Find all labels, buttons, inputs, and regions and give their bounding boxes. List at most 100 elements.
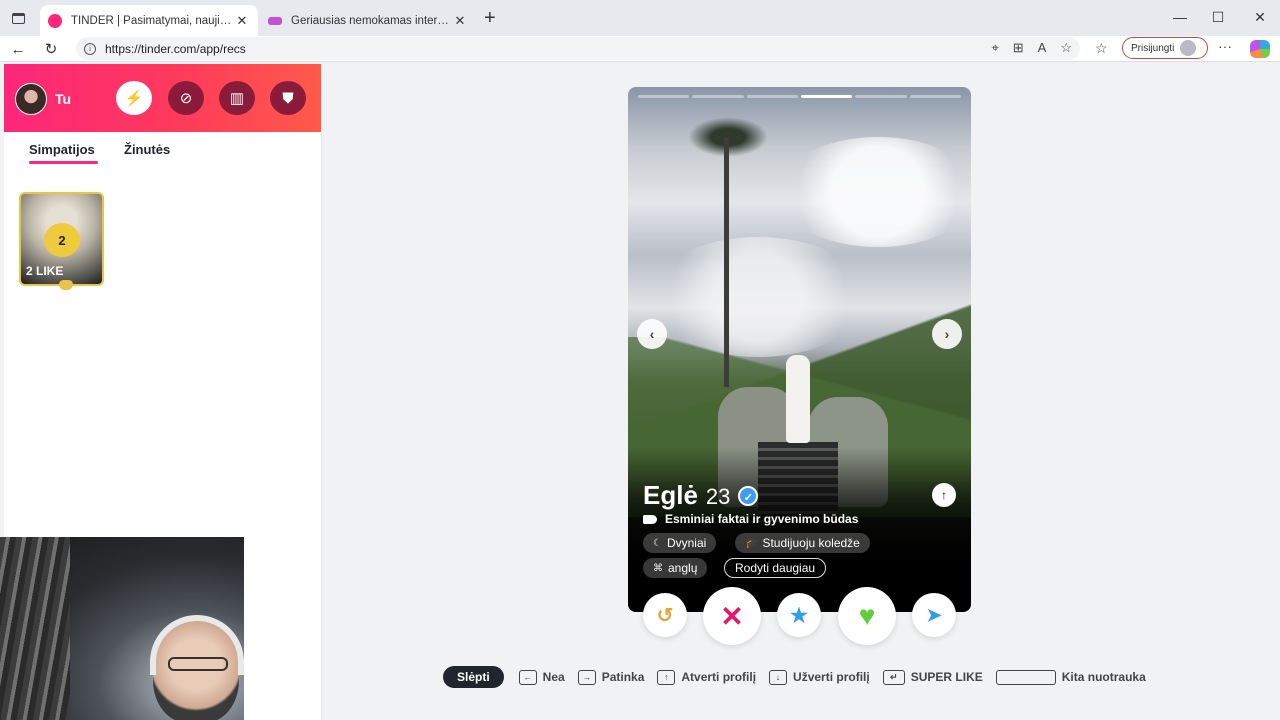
- facts-title: Esminiai faktai ir gyvenimo būdas: [665, 512, 859, 526]
- url-text: https://tinder.com/app/recs: [105, 41, 246, 56]
- photo-layer: [786, 355, 810, 443]
- tinder-flame-icon: [48, 13, 62, 28]
- show-more-button[interactable]: Rodyti daugiau: [724, 558, 827, 578]
- my-avatar[interactable]: [15, 83, 47, 115]
- chip-label: Dvyniai: [666, 536, 707, 550]
- signin-label: Prisijungti: [1131, 42, 1175, 54]
- refresh-icon[interactable]: ↻: [41, 39, 61, 59]
- minimize-icon[interactable]: —: [1160, 0, 1200, 34]
- chip-label: anglų: [668, 561, 698, 575]
- language-icon: ⌘: [653, 562, 663, 574]
- chip-zodiac: ☾ Dvyniai: [643, 533, 717, 553]
- signin-button[interactable]: Prisijungti: [1122, 37, 1208, 59]
- photo-gradient: [628, 447, 971, 612]
- profile-name: Eglė: [643, 480, 698, 510]
- browser-tab-tinder[interactable]: TINDER | Pasimatymai, nauji draugai ✕: [40, 5, 258, 36]
- next-photo-icon[interactable]: ›: [932, 319, 962, 349]
- shortcut-open-profile: ↑ Atverti profilį: [657, 669, 757, 685]
- nope-icon[interactable]: ✕: [703, 587, 761, 645]
- likes-count-badge: 2: [44, 223, 80, 257]
- profile-card[interactable]: ‹ › Eglė 23 ✓ ↑ Esminiai faktai ir gyven…: [628, 87, 971, 612]
- photo-progress-segment[interactable]: [692, 95, 744, 98]
- profile-header: Tu ⚡ ⊘ ▥ ⛊: [4, 64, 321, 132]
- browser-tab-other[interactable]: Geriausias nemokamas internetinis ✕: [260, 5, 476, 36]
- favorite-star-icon[interactable]: ☆: [1060, 40, 1072, 56]
- super-like-icon[interactable]: ★: [777, 593, 821, 637]
- verified-badge-icon: ✓: [738, 486, 759, 506]
- likes-you-card[interactable]: 2 2 LIKE: [19, 192, 104, 290]
- shortcut-next-photo: Kita nuotrauka: [995, 669, 1146, 685]
- up-arrow-key-icon: ↑: [657, 669, 676, 685]
- favorites-icon[interactable]: ☆: [1095, 40, 1108, 57]
- left-arrow-key-icon: ←: [518, 669, 537, 685]
- likes-label: 2 LIKE: [26, 264, 64, 278]
- tab-actions-icon[interactable]: [0, 0, 36, 36]
- shortcut-label: Patinka: [601, 670, 645, 684]
- boost-icon[interactable]: ⚡: [116, 81, 152, 115]
- chip-language: ⌘ anglų: [643, 558, 708, 578]
- photo-progress-segment[interactable]: [746, 95, 798, 98]
- url-field[interactable]: i https://tinder.com/app/recs ⌖ ⊞ A ☆: [76, 37, 1080, 60]
- tab-title: TINDER | Pasimatymai, nauji draugai: [71, 14, 234, 27]
- shortcut-like: → Patinka: [577, 669, 645, 685]
- portfolio-icon[interactable]: ▥: [219, 81, 255, 115]
- graduation-cap-icon: 🎓: [745, 537, 758, 549]
- photo-progress-segment[interactable]: [638, 95, 690, 98]
- apps-icon[interactable]: ⊞: [1013, 40, 1024, 56]
- my-name[interactable]: Tu: [55, 91, 71, 107]
- tab-messages[interactable]: Žinutės: [124, 142, 170, 157]
- shortcut-close-profile: ↓ Užverti profilį: [769, 669, 870, 685]
- profile-avatar-icon: [1180, 40, 1197, 56]
- left-tabs: Simpatijos Žinutės: [4, 132, 321, 172]
- like-heart-icon[interactable]: ♥: [838, 587, 896, 645]
- tab-title: Geriausias nemokamas internetinis: [291, 14, 452, 27]
- new-tab-icon[interactable]: +: [484, 8, 496, 28]
- close-tab-icon[interactable]: ✕: [234, 13, 250, 29]
- tab-likes[interactable]: Simpatijos: [29, 142, 95, 157]
- hide-shortcuts-button[interactable]: Slėpti: [443, 666, 504, 688]
- chip-label: Studijuoju koledže: [762, 536, 860, 550]
- safety-shield-icon[interactable]: ⛊: [270, 81, 306, 115]
- shortcut-label: SUPER LIKE: [910, 670, 983, 684]
- tag-icon: [643, 514, 657, 524]
- moon-icon: ☾: [653, 537, 662, 549]
- close-window-icon[interactable]: ✕: [1240, 0, 1280, 34]
- site-favicon-icon: [268, 16, 282, 25]
- space-key-icon: [995, 669, 1056, 685]
- photo-progress-bar: [638, 95, 961, 98]
- send-message-icon[interactable]: ➤: [912, 593, 956, 637]
- gold-heart-icon: [59, 280, 73, 290]
- close-tab-icon[interactable]: ✕: [452, 13, 468, 29]
- shortcut-super-like: ↵ SUPER LIKE: [882, 669, 983, 685]
- back-icon[interactable]: ←: [8, 39, 28, 59]
- profile-name-line: Eglė 23 ✓: [643, 480, 759, 511]
- prev-photo-icon[interactable]: ‹: [637, 319, 667, 349]
- maximize-icon[interactable]: ☐: [1198, 0, 1238, 34]
- explore-icon[interactable]: ⊘: [168, 81, 204, 115]
- shortcut-label: Atverti profilį: [681, 670, 757, 684]
- photo-progress-segment[interactable]: [800, 95, 853, 98]
- copilot-icon[interactable]: [1250, 40, 1270, 58]
- facts-heading: Esminiai faktai ir gyvenimo būdas: [643, 512, 858, 526]
- location-icon[interactable]: ⌖: [991, 40, 998, 56]
- photo-progress-segment[interactable]: [909, 95, 961, 98]
- right-arrow-key-icon: →: [577, 669, 596, 685]
- address-toolbar: ← ↻ i https://tinder.com/app/recs ⌖ ⊞ A …: [0, 36, 1280, 62]
- photo-layer: [724, 137, 729, 387]
- webcam-glasses: [168, 657, 228, 671]
- more-menu-icon[interactable]: ···: [1218, 38, 1232, 54]
- enter-key-icon: ↵: [882, 669, 905, 685]
- read-aloud-icon[interactable]: A: [1038, 40, 1047, 56]
- chip-education: 🎓 Studijuoju koledže: [735, 533, 870, 553]
- open-profile-icon[interactable]: ↑: [932, 483, 956, 507]
- photo-progress-segment[interactable]: [855, 95, 907, 98]
- down-arrow-key-icon: ↓: [769, 669, 788, 685]
- rewind-icon[interactable]: ↺: [643, 593, 687, 637]
- shortcut-label: Nea: [542, 670, 565, 684]
- shortcut-label: Kita nuotrauka: [1061, 670, 1146, 684]
- site-info-icon[interactable]: i: [84, 42, 96, 55]
- browser-tab-bar: TINDER | Pasimatymai, nauji draugai ✕ Ge…: [0, 0, 1280, 36]
- webcam-background: [0, 537, 70, 720]
- profile-age: 23: [705, 484, 731, 509]
- shortcut-nope: ← Nea: [518, 669, 565, 685]
